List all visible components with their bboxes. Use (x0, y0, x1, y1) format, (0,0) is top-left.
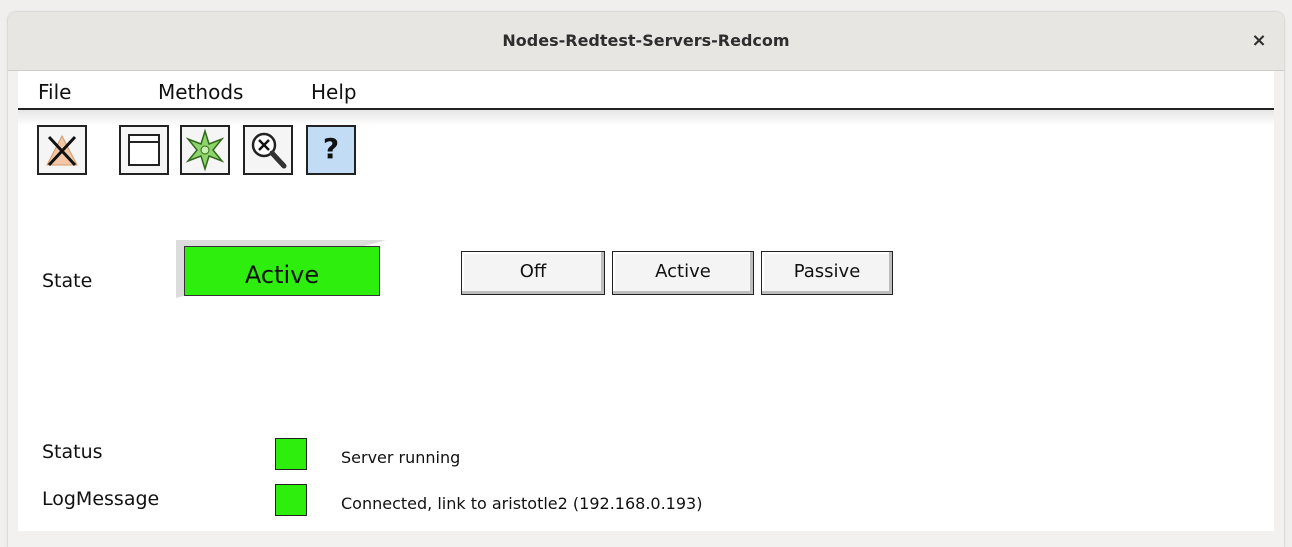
object-inspector-icon (251, 132, 287, 169)
close-icon[interactable]: × (1248, 30, 1270, 52)
navigator-button[interactable] (180, 125, 230, 175)
close-graph-icon (46, 134, 78, 167)
status-text: Server running (341, 448, 461, 467)
log-message-text: Connected, link to aristotle2 (192.168.0… (341, 494, 703, 513)
help-icon: ? (322, 132, 340, 165)
menu-methods[interactable]: Methods (158, 80, 243, 104)
state-label: State (42, 270, 93, 292)
log-message-label: LogMessage (42, 488, 160, 510)
log-message-indicator (275, 484, 307, 516)
graph-content: File Methods Help ? State Active Off Act… (18, 71, 1274, 531)
state-value: Active (184, 246, 380, 296)
close-graph-button[interactable] (37, 125, 87, 175)
state-indicator-frame: Active (176, 240, 386, 298)
menu-file[interactable]: File (38, 80, 71, 104)
toolbar-background (18, 110, 1274, 126)
menu-bar: File Methods Help (18, 71, 1274, 110)
active-button[interactable]: Active (612, 251, 754, 295)
passive-button[interactable]: Passive (761, 251, 893, 295)
navigator-icon (185, 128, 225, 172)
window-title: Nodes-Redtest-Servers-Redcom (502, 31, 790, 50)
off-button[interactable]: Off (461, 251, 605, 295)
menu-help[interactable]: Help (311, 80, 357, 104)
title-bar[interactable]: Nodes-Redtest-Servers-Redcom × (8, 12, 1284, 71)
status-label: Status (42, 441, 103, 463)
app-window: Nodes-Redtest-Servers-Redcom × File Meth… (8, 12, 1284, 547)
object-inspector-button[interactable] (243, 125, 293, 175)
open-window-button[interactable] (119, 125, 169, 175)
help-button[interactable]: ? (306, 125, 356, 175)
open-window-icon (128, 134, 160, 166)
status-indicator (275, 438, 307, 470)
